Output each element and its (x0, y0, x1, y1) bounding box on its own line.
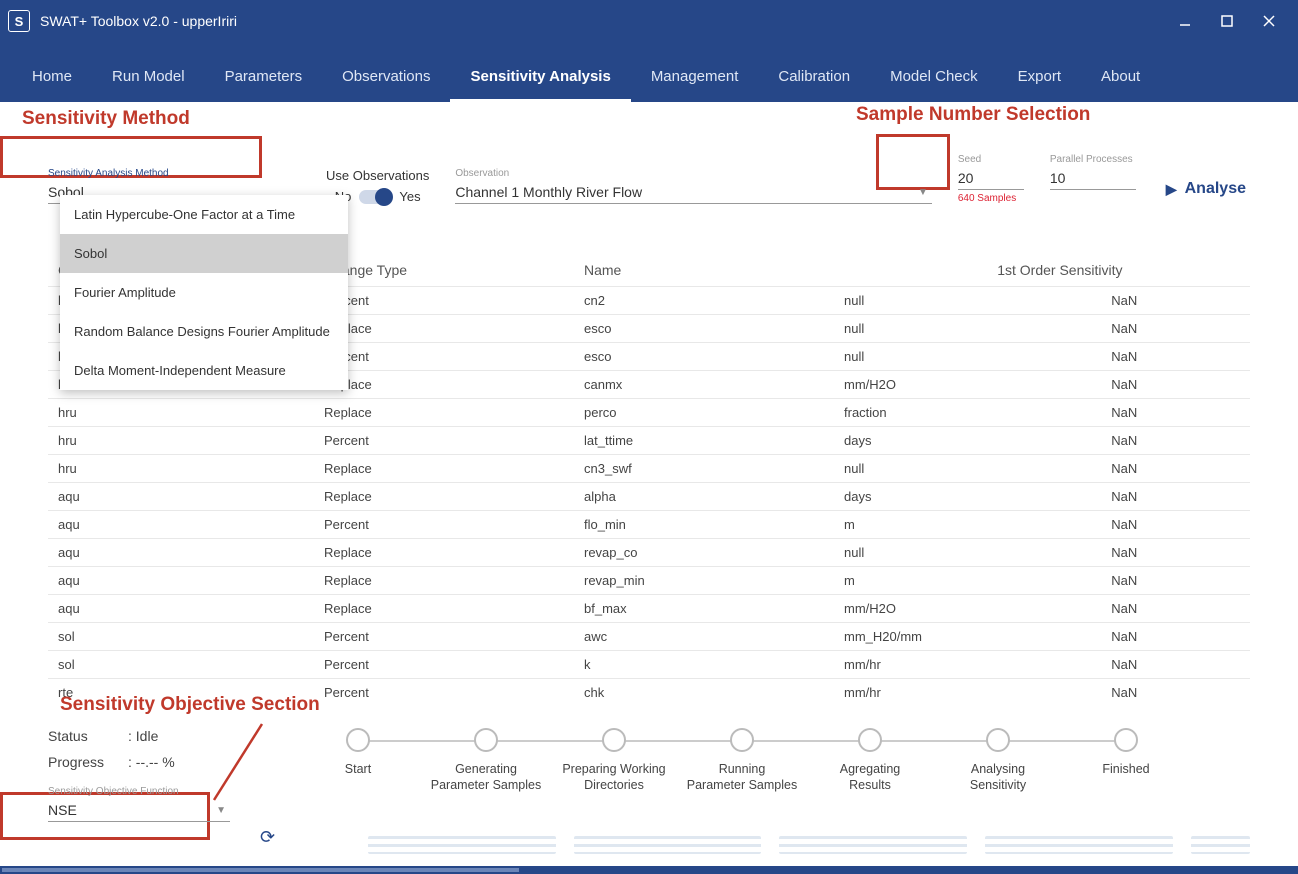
table-row[interactable]: aquReplacebf_maxmm/H2ONaN (48, 595, 1250, 623)
observation-select[interactable] (455, 181, 932, 204)
table-row[interactable]: rtePercentchkmm/hrNaN (48, 679, 1250, 707)
table-row[interactable]: hruReplacepercofractionNaN (48, 399, 1250, 427)
dropdown-item-rbd-fourier[interactable]: Random Balance Designs Fourier Amplitude (60, 312, 348, 351)
progress-value: : --.-- % (128, 754, 175, 770)
col-name: Name (578, 254, 838, 287)
procs-label: Parallel Processes (1050, 154, 1136, 165)
menu-home[interactable]: Home (12, 58, 92, 102)
progress-bar-placeholder (1191, 836, 1250, 854)
progress-bar-placeholder (985, 836, 1173, 854)
chevron-down-icon: ▼ (918, 187, 928, 198)
col-unit (838, 254, 991, 287)
progress-step: Preparing WorkingDirectories (550, 728, 678, 793)
use-observations-toggle[interactable] (359, 190, 391, 204)
method-dropdown[interactable]: Latin Hypercube-One Factor at a Time Sob… (60, 195, 348, 390)
table-row[interactable]: aquReplacealphadaysNaN (48, 483, 1250, 511)
seed-hint: 640 Samples (958, 193, 1024, 204)
minimize-button[interactable] (1176, 12, 1194, 30)
menu-management[interactable]: Management (631, 58, 759, 102)
status-value: : Idle (128, 728, 158, 744)
table-row[interactable]: aquReplacerevap_conullNaN (48, 539, 1250, 567)
table-row[interactable]: aquPercentflo_minmNaN (48, 511, 1250, 539)
progress-label: Progress (48, 754, 120, 770)
toggle-yes-label: Yes (399, 189, 420, 204)
menubar: Home Run Model Parameters Observations S… (0, 42, 1298, 102)
refresh-icon[interactable]: ⟳ (260, 827, 275, 848)
menu-parameters[interactable]: Parameters (205, 58, 323, 102)
progress-bar-placeholder (574, 836, 762, 854)
progress-step: Start (294, 728, 422, 778)
close-button[interactable] (1260, 12, 1278, 30)
table-row[interactable]: solPercentkmm/hrNaN (48, 651, 1250, 679)
progress-step: AgregatingResults (806, 728, 934, 793)
menu-about[interactable]: About (1081, 58, 1160, 102)
use-observations-label: Use Observations (326, 168, 429, 183)
progress-step: AnalysingSensitivity (934, 728, 1062, 793)
table-row[interactable]: hruPercentlat_ttimedaysNaN (48, 427, 1250, 455)
method-label: Sensitivity Analysis Method (48, 168, 300, 179)
menu-observations[interactable]: Observations (322, 58, 450, 102)
titlebar: S SWAT+ Toolbox v2.0 - upperIriri (0, 0, 1298, 42)
menu-run-model[interactable]: Run Model (92, 58, 205, 102)
col-sensitivity: 1st Order Sensitivity (991, 254, 1250, 287)
annotation-sample-number: Sample Number Selection (856, 104, 1090, 126)
chevron-down-icon: ▼ (216, 805, 226, 816)
window-title: SWAT+ Toolbox v2.0 - upperIriri (40, 13, 1176, 29)
menu-calibration[interactable]: Calibration (758, 58, 870, 102)
annotation-sensitivity-method: Sensitivity Method (22, 108, 190, 130)
objective-select[interactable] (48, 799, 230, 822)
status-label: Status (48, 728, 120, 744)
progress-step: RunningParameter Samples (678, 728, 806, 793)
objective-label: Sensitivity Objective Function (48, 786, 230, 797)
menu-export[interactable]: Export (998, 58, 1081, 102)
dropdown-item-delta[interactable]: Delta Moment-Independent Measure (60, 351, 348, 390)
dropdown-item-sobol[interactable]: Sobol (60, 234, 348, 273)
analyse-label: Analyse (1185, 180, 1246, 198)
progress-bar-placeholder (368, 836, 556, 854)
observation-label: Observation (455, 168, 932, 179)
table-row[interactable]: aquReplacerevap_minmNaN (48, 567, 1250, 595)
seed-label: Seed (958, 154, 1024, 165)
menu-model-check[interactable]: Model Check (870, 58, 998, 102)
table-row[interactable]: hruReplacecn3_swfnullNaN (48, 455, 1250, 483)
progress-step: GeneratingParameter Samples (422, 728, 550, 793)
dropdown-item-fourier[interactable]: Fourier Amplitude (60, 273, 348, 312)
menu-sensitivity-analysis[interactable]: Sensitivity Analysis (450, 58, 630, 102)
analyse-button[interactable]: ▶ Analyse (1162, 174, 1250, 204)
seed-input[interactable] (958, 167, 1024, 190)
procs-input[interactable] (1050, 167, 1136, 190)
maximize-button[interactable] (1218, 12, 1236, 30)
play-icon: ▶ (1166, 181, 1177, 198)
progress-step: Finished (1062, 728, 1190, 778)
app-logo-icon: S (8, 10, 30, 32)
footer-bar (0, 866, 1298, 874)
dropdown-item-latin-hypercube[interactable]: Latin Hypercube-One Factor at a Time (60, 195, 348, 234)
col-change-type: Change Type (318, 254, 578, 287)
table-row[interactable]: solPercentawcmm_H20/mmNaN (48, 623, 1250, 651)
progress-bar-placeholder (779, 836, 967, 854)
